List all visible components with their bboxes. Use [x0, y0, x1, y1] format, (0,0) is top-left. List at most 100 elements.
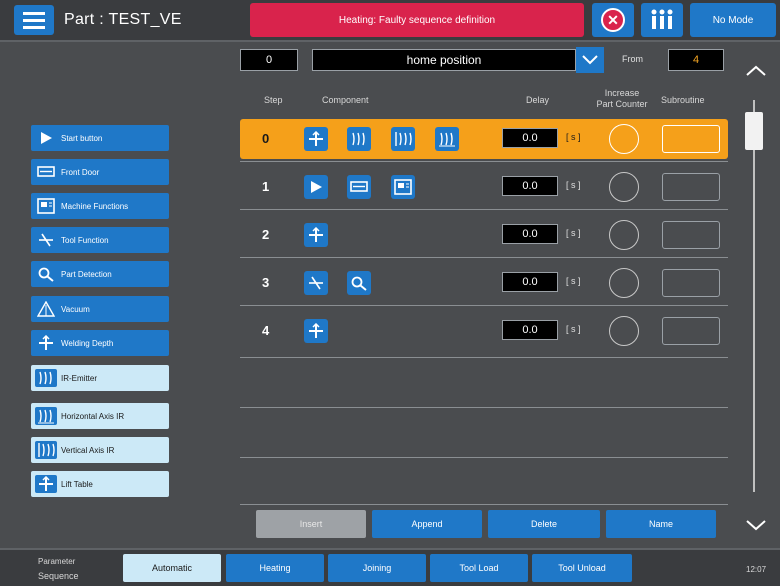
machine-functions-icon — [35, 197, 57, 215]
subroutine-field[interactable] — [662, 173, 720, 201]
delay-unit: [ s ] — [566, 132, 581, 142]
component-button-horizontal-axis-ir[interactable]: Horizontal Axis IR — [31, 403, 169, 429]
vertical-axis-ir-icon[interactable] — [391, 127, 415, 151]
sequence-step-row[interactable]: 3 0.0 [ s ] — [240, 263, 728, 303]
lift-table-icon[interactable] — [304, 127, 328, 151]
step-number: 4 — [262, 323, 270, 338]
row-divider — [240, 257, 728, 258]
component-label: Start button — [61, 133, 103, 143]
column-increase-part-counter: Increase Part Counter — [590, 88, 654, 110]
delay-unit: [ s ] — [566, 228, 581, 238]
tab-heating[interactable]: Heating — [226, 554, 324, 582]
machine-functions-icon[interactable] — [391, 175, 415, 199]
scrollbar-thumb[interactable] — [745, 112, 763, 150]
component-label: Machine Functions — [61, 201, 129, 211]
subroutine-field[interactable] — [662, 317, 720, 345]
welding-depth-icon — [35, 334, 57, 352]
name-button[interactable]: Name — [606, 510, 716, 538]
sequence-label: Sequence — [38, 571, 79, 581]
lift-table-icon[interactable] — [304, 223, 328, 247]
ir-emitter-icon[interactable] — [347, 127, 371, 151]
component-button-play[interactable]: Start button — [31, 125, 169, 151]
from-field[interactable]: 4 — [668, 49, 724, 71]
column-increase-line2: Part Counter — [596, 99, 648, 109]
tab-tool-unload[interactable]: Tool Unload — [532, 554, 632, 582]
insert-button[interactable]: Insert — [256, 510, 366, 538]
component-label: Front Door — [61, 167, 100, 177]
position-dropdown-button[interactable] — [576, 47, 604, 73]
play-icon — [35, 129, 57, 147]
delay-field[interactable]: 0.0 — [502, 176, 558, 196]
component-label: Part Detection — [61, 269, 112, 279]
component-button-ir-emitter[interactable]: IR-Emitter — [31, 365, 169, 391]
row-divider — [240, 305, 728, 306]
alarm-banner[interactable]: Heating: Faulty sequence definition — [250, 3, 584, 37]
component-button-vertical-axis-ir[interactable]: Vertical Axis IR — [31, 437, 169, 463]
sequence-step-row[interactable]: 0 0.0 [ s ] — [240, 119, 728, 159]
step-number-field[interactable]: 0 — [240, 49, 298, 71]
hamburger-icon[interactable] — [14, 5, 54, 35]
sequence-step-row[interactable]: 1 0.0 [ s ] — [240, 167, 728, 207]
delay-field[interactable]: 0.0 — [502, 128, 558, 148]
component-button-welding-depth[interactable]: Welding Depth — [31, 330, 169, 356]
tool-function-icon[interactable] — [304, 271, 328, 295]
component-button-door[interactable]: Front Door — [31, 159, 169, 185]
position-name-field[interactable]: home position — [312, 49, 576, 71]
component-button-tool-function[interactable]: Tool Function — [31, 227, 169, 253]
delay-unit: [ s ] — [566, 324, 581, 334]
top-bar: Part : TEST_VE Heating: Faulty sequence … — [0, 0, 780, 42]
increase-part-counter-toggle[interactable] — [609, 124, 639, 154]
increase-part-counter-toggle[interactable] — [609, 172, 639, 202]
component-button-lift-table[interactable]: Lift Table — [31, 471, 169, 497]
error-button[interactable]: ✕ — [592, 3, 634, 37]
lift-table-icon — [35, 475, 57, 493]
scrollbar-track[interactable] — [753, 100, 755, 492]
sequence-step-row[interactable]: 4 0.0 [ s ] — [240, 311, 728, 351]
delay-field[interactable]: 0.0 — [502, 224, 558, 244]
step-number: 2 — [262, 227, 270, 242]
horizontal-axis-ir-icon — [35, 407, 57, 425]
column-component: Component — [322, 95, 369, 105]
delete-button[interactable]: Delete — [488, 510, 600, 538]
append-button[interactable]: Append — [372, 510, 482, 538]
scroll-down-button[interactable] — [740, 512, 772, 538]
delay-field[interactable]: 0.0 — [502, 272, 558, 292]
component-button-machine-functions[interactable]: Machine Functions — [31, 193, 169, 219]
component-label: Horizontal Axis IR — [61, 411, 125, 421]
chevron-down-icon — [746, 520, 766, 531]
vertical-axis-ir-icon — [35, 441, 57, 459]
component-label: Vacuum — [61, 304, 90, 314]
scroll-up-button[interactable] — [740, 58, 772, 84]
tab-tool-load[interactable]: Tool Load — [430, 554, 528, 582]
subroutine-field[interactable] — [662, 221, 720, 249]
chevron-up-icon — [746, 65, 766, 76]
row-divider — [240, 457, 728, 458]
lift-table-icon[interactable] — [304, 319, 328, 343]
component-label: Lift Table — [61, 479, 93, 489]
mode-button[interactable]: No Mode — [690, 3, 776, 37]
increase-part-counter-toggle[interactable] — [609, 316, 639, 346]
door-icon — [35, 163, 57, 181]
increase-part-counter-toggle[interactable] — [609, 268, 639, 298]
sequence-step-row[interactable]: 2 0.0 [ s ] — [240, 215, 728, 255]
increase-part-counter-toggle[interactable] — [609, 220, 639, 250]
part-title: Part : TEST_VE — [64, 11, 182, 28]
component-label: Tool Function — [61, 235, 109, 245]
horizontal-axis-ir-icon[interactable] — [435, 127, 459, 151]
component-button-vacuum[interactable]: Vacuum — [31, 296, 169, 322]
subroutine-field[interactable] — [662, 125, 720, 153]
play-icon[interactable] — [304, 175, 328, 199]
tab-joining[interactable]: Joining — [328, 554, 426, 582]
part-detection-icon[interactable] — [347, 271, 371, 295]
delay-field[interactable]: 0.0 — [502, 320, 558, 340]
row-divider — [240, 504, 728, 505]
step-number: 3 — [262, 275, 270, 290]
component-button-part-detection[interactable]: Part Detection — [31, 261, 169, 287]
door-icon[interactable] — [347, 175, 371, 199]
subroutine-field[interactable] — [662, 269, 720, 297]
tab-automatic[interactable]: Automatic — [123, 554, 221, 582]
delay-unit: [ s ] — [566, 180, 581, 190]
machine-status-button[interactable] — [641, 3, 683, 37]
row-divider — [240, 209, 728, 210]
column-increase-line1: Increase — [604, 88, 640, 98]
